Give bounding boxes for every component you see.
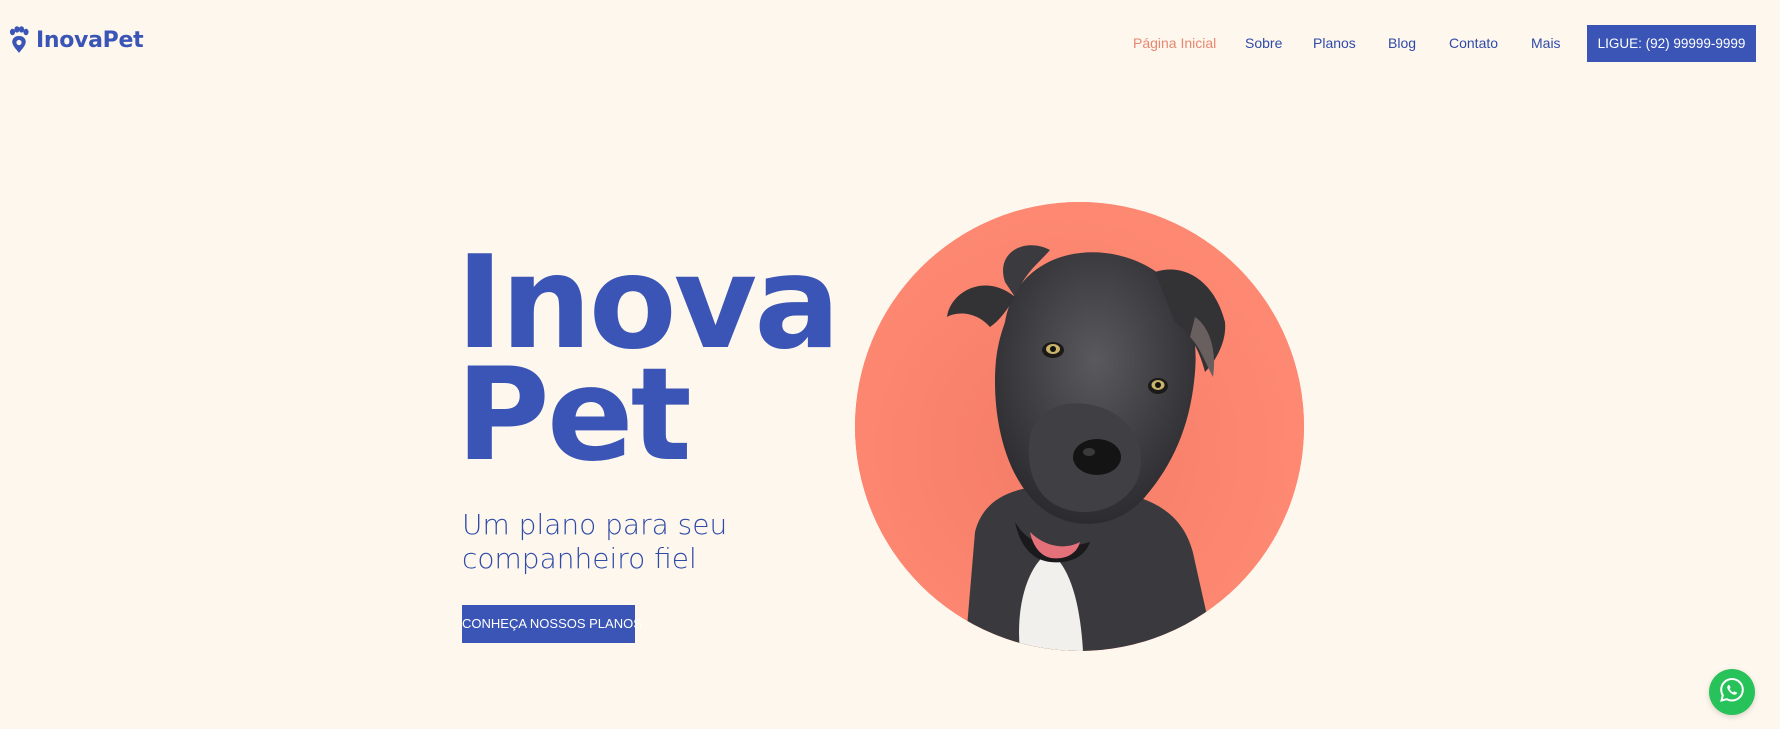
see-plans-button[interactable]: CONHEÇA NOSSOS PLANOS: [462, 605, 642, 643]
logo-text: InovaPet: [36, 27, 144, 53]
hero-title: Inova Pet: [456, 240, 840, 480]
nav-item-pagina-inicial[interactable]: Página Inicial: [1133, 35, 1216, 51]
nav-item-blog[interactable]: Blog: [1388, 35, 1416, 51]
page: InovaPet Página Inicial Sobre Planos Blo…: [0, 0, 1780, 729]
call-button[interactable]: LIGUE: (92) 99999-9999: [1587, 25, 1756, 62]
dog-photo: [855, 202, 1304, 651]
whatsapp-button[interactable]: [1709, 669, 1755, 715]
paw-pin-icon: [8, 26, 30, 54]
hero-subtitle-line1: Um plano para seu: [462, 508, 728, 541]
hero-subtitle-line2: companheiro fiel: [462, 542, 697, 575]
hero-subtitle: Um plano para seu companheiro fiel: [462, 508, 782, 576]
nav-item-planos[interactable]: Planos: [1313, 35, 1356, 51]
logo[interactable]: InovaPet: [8, 26, 144, 54]
nav-item-contato[interactable]: Contato: [1449, 35, 1498, 51]
nav-item-sobre[interactable]: Sobre: [1245, 35, 1282, 51]
nav-item-mais[interactable]: Mais: [1531, 35, 1561, 51]
whatsapp-icon: [1719, 677, 1745, 708]
